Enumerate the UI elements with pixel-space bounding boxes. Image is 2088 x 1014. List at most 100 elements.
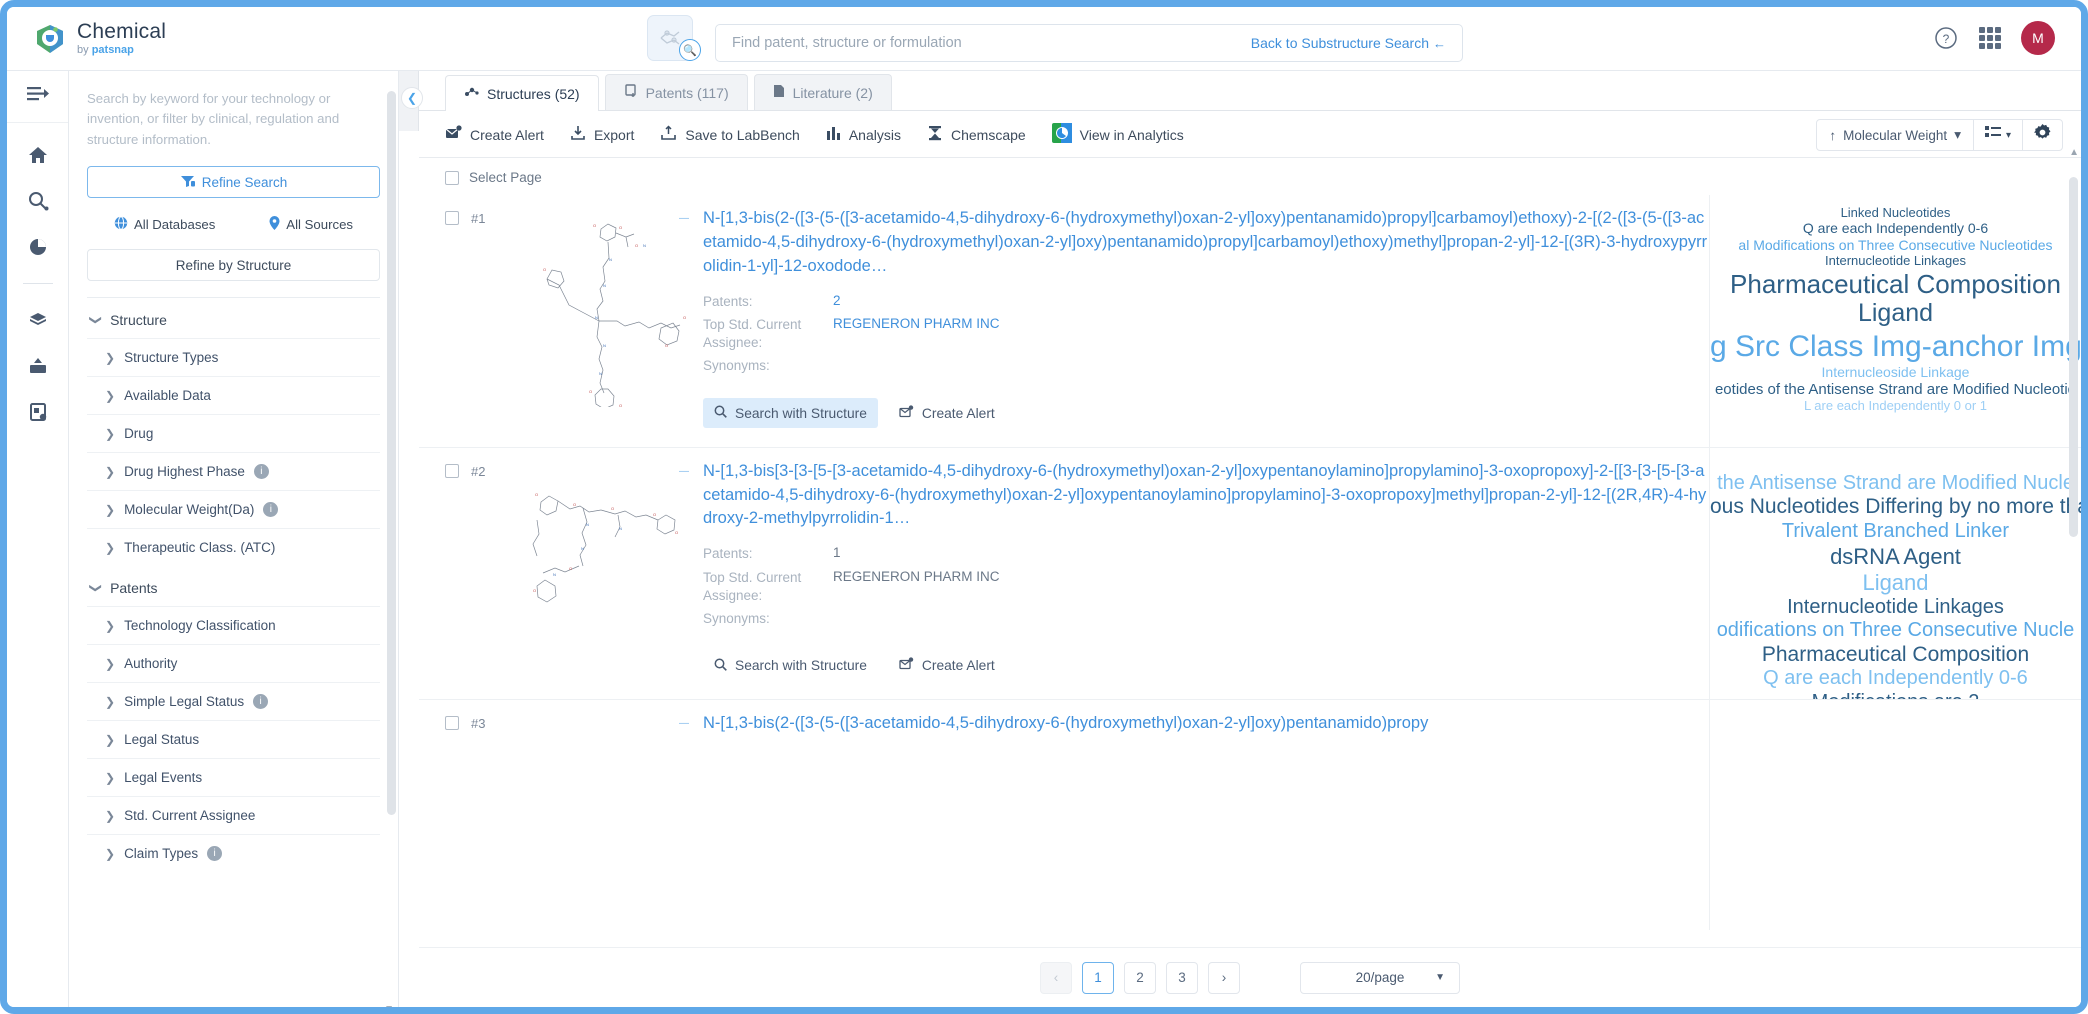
pagination-page-2[interactable]: 2 (1124, 961, 1156, 994)
patents-count[interactable]: 1 (833, 545, 841, 563)
patents-count[interactable]: 2 (833, 293, 841, 311)
filter-item-authority[interactable]: ❯ Authority (87, 644, 380, 682)
info-icon[interactable]: i (207, 846, 223, 862)
select-page-checkbox[interactable] (445, 170, 459, 185)
pagination-page-3[interactable]: 3 (1166, 961, 1198, 994)
keyword-cloud-word[interactable]: Q are each Independently 0-6 (1710, 667, 2081, 691)
tab-structures[interactable]: Structures (52) (445, 75, 599, 111)
scroll-down-arrow-icon[interactable]: ▼ (384, 1004, 394, 1007)
settings-button[interactable] (2023, 120, 2062, 150)
structure-title-link[interactable]: N-[1,3-bis(2-([3-(5-([3-acetamido-4,5-di… (703, 207, 1709, 279)
avatar[interactable]: M (2021, 21, 2055, 55)
scroll-up-arrow-icon[interactable]: ▲ (2069, 147, 2079, 158)
keyword-cloud-word[interactable]: L are each Independently 0 or 1 (1710, 398, 2081, 413)
view-in-analytics-button[interactable]: View in Analytics (1051, 123, 1184, 146)
back-to-substructure-search-link[interactable]: Back to Substructure Search ← (1251, 35, 1446, 51)
keyword-cloud-word[interactable]: Ligand (1710, 570, 2081, 596)
keyword-cloud-word[interactable]: ous Nucleotides Differing by no more tha (1710, 495, 2081, 520)
search-input[interactable]: Find patent, structure or formulation (732, 35, 1251, 51)
pagination-prev[interactable]: ‹ (1040, 961, 1072, 994)
keyword-cloud-word[interactable]: Pharmaceutical Composition (1710, 643, 2081, 668)
filter-item-drug[interactable]: ❯ Drug (87, 414, 380, 452)
keyword-cloud-word[interactable]: dsRNA Agent (1710, 544, 2081, 570)
sidebar-item-analytics[interactable] (26, 237, 50, 261)
view-mode-selector[interactable]: ▾ (1974, 120, 2023, 150)
all-databases-selector[interactable]: All Databases (114, 216, 215, 233)
sidebar-item-labbench[interactable] (26, 356, 50, 380)
per-page-selector[interactable]: 20/page ▼ (1300, 961, 1460, 994)
filter-item-structure-types[interactable]: ❯ Structure Types (87, 338, 380, 376)
keyword-cloud-word[interactable]: Internucleotide Linkages (1710, 253, 2081, 268)
scroll-up-arrow-icon[interactable]: ▲ (384, 71, 394, 74)
filter-item-simple-legal-status[interactable]: ❯ Simple Legal Status i (87, 682, 380, 720)
create-alert-row-button[interactable]: Create Alert (888, 650, 1006, 681)
tab-patents[interactable]: Patents (117) (604, 74, 748, 110)
pagination-next[interactable]: › (1208, 961, 1240, 994)
keyword-cloud-word[interactable]: Ligand (1710, 299, 2081, 329)
info-icon[interactable]: i (253, 694, 269, 710)
filter-panel-scrollbar[interactable]: ▲ ▼ (384, 71, 396, 1007)
row-checkbox[interactable] (445, 211, 459, 225)
structure-search-magnifier-icon[interactable]: 🔍 (679, 39, 701, 61)
refine-by-structure-button[interactable]: Refine by Structure (87, 249, 380, 282)
filter-item-std-current-assignee[interactable]: ❯ Std. Current Assignee (87, 796, 380, 834)
structure-thumbnail[interactable]: — (523, 207, 693, 410)
keyword-cloud-word[interactable]: Modifications are 2 (1710, 691, 2081, 699)
filter-item-legal-status[interactable]: ❯ Legal Status (87, 720, 380, 758)
assignee-value[interactable]: REGENERON PHARM INC (833, 316, 1000, 352)
keyword-cloud-word[interactable]: g Src Class Img-anchor Img-id (1710, 329, 2081, 364)
refine-search-button[interactable]: Refine Search (87, 166, 380, 199)
keyword-cloud-word[interactable]: Linked Nucleotides (1710, 205, 2081, 220)
brand-logo-group[interactable]: Chemical by patsnap (33, 21, 166, 56)
filter-item-legal-events[interactable]: ❯ Legal Events (87, 758, 380, 796)
filter-item-technology-classification[interactable]: ❯ Technology Classification (87, 606, 380, 644)
filter-item-therapeutic-class[interactable]: ❯ Therapeutic Class. (ATC) (87, 528, 380, 566)
filter-group-patents[interactable]: ❯ Patents (87, 566, 380, 606)
select-page-control[interactable]: Select Page (419, 158, 2081, 195)
sidebar-item-reports[interactable] (26, 402, 50, 426)
keyword-cloud-word[interactable]: Pharmaceutical Composition (1710, 269, 2081, 300)
sidebar-item-search[interactable] (26, 191, 50, 215)
apps-grid-icon[interactable] (1979, 27, 2001, 49)
keyword-cloud-word[interactable]: al Modifications on Three Consecutive Nu… (1710, 237, 2081, 254)
filter-group-structure[interactable]: ❯ Structure (87, 298, 380, 338)
search-with-structure-button[interactable]: Search with Structure (703, 398, 878, 429)
keyword-cloud-word[interactable]: Internucleotide Linkages (1710, 596, 2081, 620)
sidebar-item-home[interactable] (26, 145, 50, 169)
keyword-cloud-word[interactable]: Internucleoside Linkage (1710, 364, 2081, 381)
keyword-cloud-word[interactable]: Trivalent Branched Linker (1710, 520, 2081, 544)
global-search-box[interactable]: Find patent, structure or formulation Ba… (715, 24, 1463, 62)
keyword-cloud-word[interactable]: odifications on Three Consecutive Nucle (1710, 619, 2081, 643)
sort-selector[interactable]: ↑ Molecular Weight ▾ (1817, 120, 1974, 150)
keyword-cloud-word[interactable]: eotides of the Antisense Strand are Modi… (1710, 381, 2081, 399)
structure-title-link[interactable]: N-[1,3-bis[3-[3-[5-[3-acetamido-4,5-dihy… (703, 460, 1709, 532)
row-checkbox[interactable] (445, 716, 459, 731)
filter-item-molecular-weight[interactable]: ❯ Molecular Weight(Da) i (87, 490, 380, 528)
sidebar-item-workspace[interactable] (26, 310, 50, 334)
all-sources-selector[interactable]: All Sources (269, 216, 353, 233)
sidebar-item-collapse-panel[interactable] (7, 71, 68, 123)
analysis-button[interactable]: Analysis (826, 126, 901, 144)
export-button[interactable]: Export (570, 125, 634, 144)
create-alert-row-button[interactable]: Create Alert (888, 398, 1006, 429)
structure-title-link[interactable]: N-[1,3-bis(2-([3-(5-([3-acetamido-4,5-di… (703, 712, 1709, 736)
info-icon[interactable]: i (253, 464, 269, 480)
filter-item-available-data[interactable]: ❯ Available Data (87, 376, 380, 414)
filter-item-claim-types[interactable]: ❯ Claim Types i (87, 834, 380, 872)
help-circle-icon[interactable]: ? (1933, 25, 1959, 51)
search-with-structure-button[interactable]: Search with Structure (703, 651, 878, 681)
pagination-page-1[interactable]: 1 (1082, 961, 1114, 994)
structure-thumbnail[interactable]: — (523, 460, 693, 660)
keyword-cloud-word[interactable]: Q are each Independently 0-6 (1710, 220, 2081, 237)
info-icon[interactable]: i (263, 502, 279, 518)
save-to-labbench-button[interactable]: Save to LabBench (660, 125, 800, 144)
create-alert-button[interactable]: Create Alert (445, 125, 544, 144)
tab-literature[interactable]: Literature (2) (753, 74, 892, 110)
row-checkbox[interactable] (445, 463, 459, 478)
keyword-cloud-word[interactable]: the Antisense Strand are Modified Nucle (1710, 472, 2081, 496)
filter-item-drug-highest-phase[interactable]: ❯ Drug Highest Phase i (87, 452, 380, 490)
chemscape-button[interactable]: Chemscape (927, 125, 1026, 144)
results-scrollbar[interactable]: ▲ ▼ (2069, 147, 2079, 959)
assignee-value[interactable]: REGENERON PHARM INC (833, 569, 1000, 605)
structure-thumbnail[interactable]: — (523, 712, 693, 912)
